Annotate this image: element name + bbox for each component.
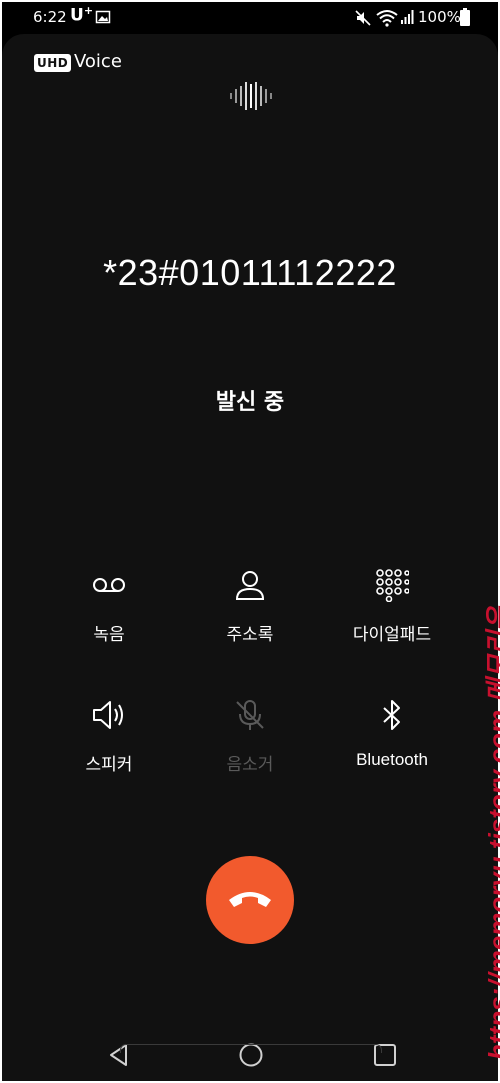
end-call-button[interactable] — [206, 856, 294, 944]
carrier-label: U+ — [70, 4, 94, 26]
hd-voice-label: Voice — [74, 51, 122, 72]
record-label: 녹음 — [93, 625, 125, 644]
voicemail-record-icon — [93, 578, 125, 592]
speaker-label: 스피커 — [85, 755, 133, 774]
wifi-icon — [376, 10, 398, 27]
mute-icon — [355, 10, 371, 26]
dialpad-button[interactable]: 다이얼패드 — [312, 568, 472, 645]
bluetooth-label: Bluetooth — [356, 750, 428, 769]
image-icon — [95, 10, 111, 24]
phone-screen: 6:22 U+ 100% UHD Voice *23#01011112222 발… — [2, 2, 498, 1081]
call-panel: UHD Voice *23#01011112222 발신 중 녹음 주소록 다이… — [2, 34, 498, 1081]
call-status: 발신 중 — [215, 390, 285, 415]
mute-button[interactable]: 음소거 — [170, 698, 330, 775]
mute-mic-icon — [236, 700, 264, 730]
phone-number: *23#01011112222 — [103, 252, 397, 293]
speaker-button[interactable]: 스피커 — [29, 698, 189, 775]
sound-wave-icon — [230, 82, 272, 110]
status-bar: 6:22 U+ 100% — [2, 2, 498, 34]
bluetooth-icon — [383, 700, 400, 730]
battery-icon — [460, 8, 470, 26]
contacts-label: 주소록 — [226, 625, 274, 644]
home-indicator — [120, 1044, 382, 1053]
dialpad-label: 다이얼패드 — [352, 625, 432, 644]
uhd-badge: UHD — [34, 54, 72, 72]
speaker-icon — [93, 701, 123, 729]
contacts-button[interactable]: 주소록 — [170, 568, 330, 645]
status-time: 6:22 — [33, 8, 67, 26]
end-call-icon — [229, 892, 271, 907]
contacts-icon — [235, 571, 265, 600]
record-button[interactable]: 녹음 — [29, 568, 189, 645]
battery-percent: 100% — [418, 8, 461, 26]
navigation-bar — [2, 1034, 498, 1081]
dialpad-icon — [376, 569, 409, 602]
signal-icon — [401, 10, 414, 24]
watermark: https://memoryu.tistory.com 메모리유 — [483, 607, 500, 1060]
bluetooth-button[interactable]: Bluetooth — [312, 698, 472, 770]
mute-label: 음소거 — [226, 755, 274, 774]
